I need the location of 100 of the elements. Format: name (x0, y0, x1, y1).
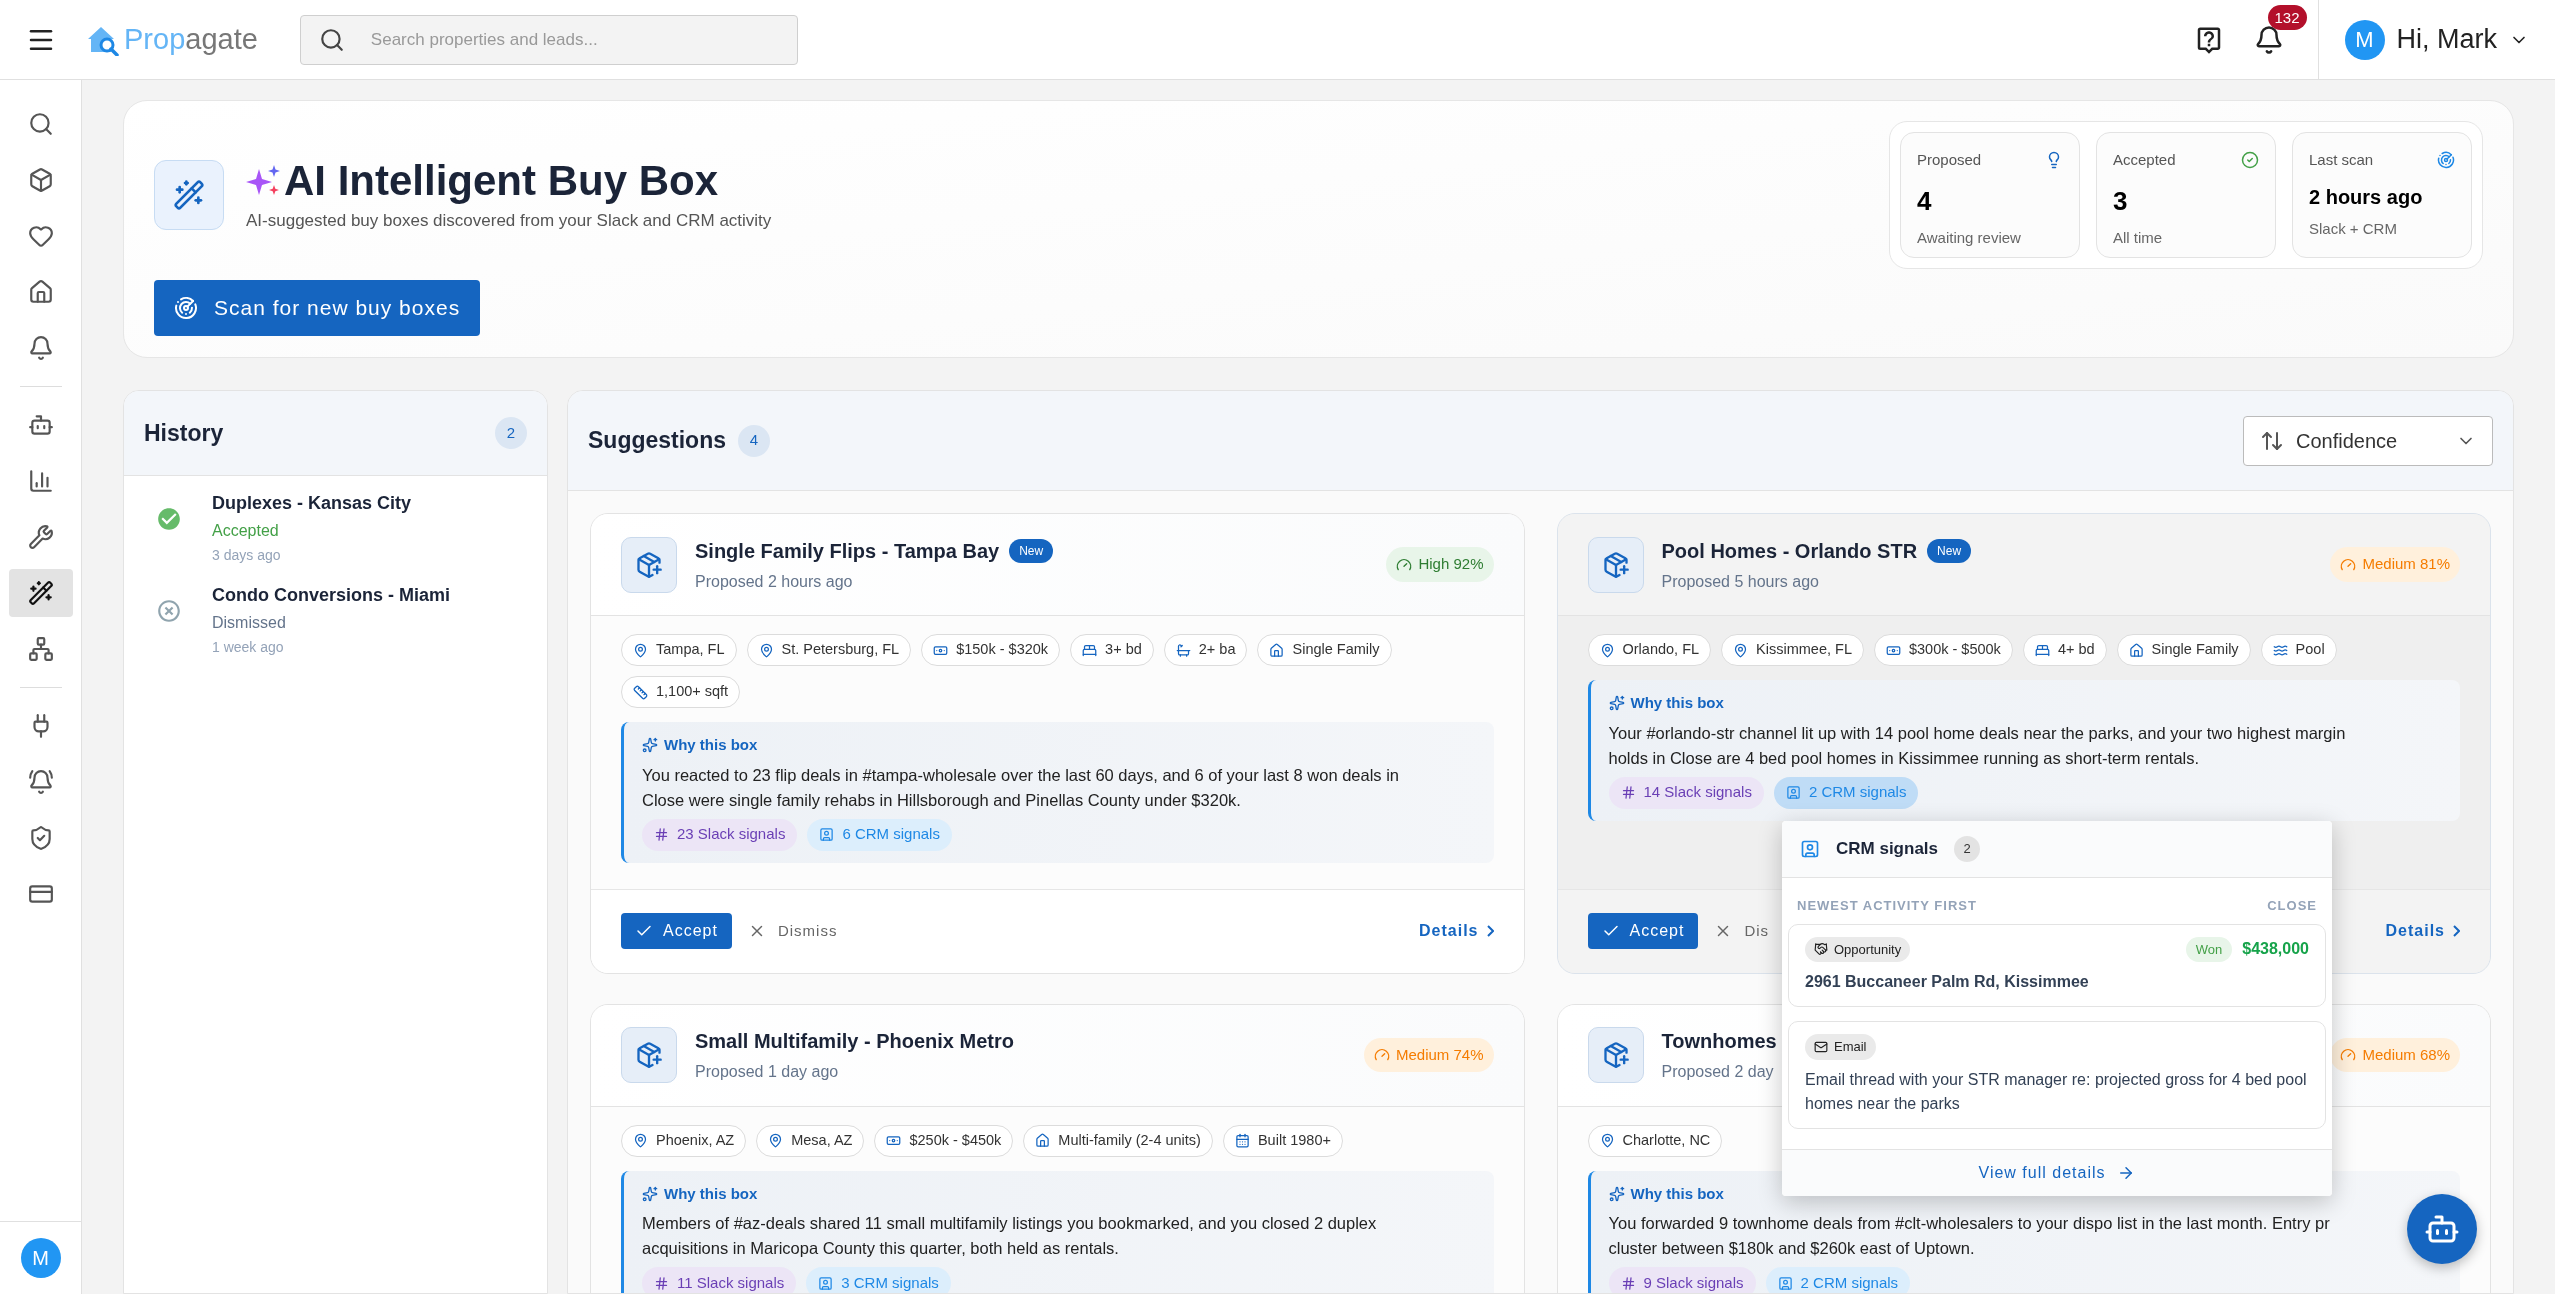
bed-icon (1082, 642, 1098, 658)
house-icon (2128, 642, 2144, 658)
signals-chip[interactable]: 3 CRM signals (806, 1267, 951, 1293)
email-summary: Email thread with your STR manager re: projected gross for 4 bed pool homes near the parks (1805, 1069, 2308, 1114)
magic-wand-icon (27, 580, 54, 606)
dismiss-button[interactable]: Dis (1714, 913, 1770, 949)
location-pin-icon (758, 642, 774, 658)
proposed-time: Proposed 2 hours ago (695, 571, 854, 592)
search-field[interactable]: Search properties and leads... (299, 14, 798, 65)
user-avatar[interactable]: M (2344, 19, 2385, 60)
signals-chip[interactable]: 11 Slack signals (642, 1267, 797, 1293)
contact-card-icon (819, 827, 835, 842)
reason-text: acquisitions in Maricopa County this quarter, both held as rentals. (642, 1238, 1120, 1259)
signals-chip[interactable]: 9 Slack signals (1608, 1267, 1756, 1293)
sidebar-item[interactable] (8, 569, 73, 617)
card-title: Single Family Flips - Tampa Bay (695, 538, 1000, 564)
stat-label: Accepted (2113, 150, 2176, 170)
signal-tag: Email (1805, 1034, 1876, 1060)
history-item[interactable]: Duplexes - Kansas City Accepted 3 days ago (124, 490, 547, 582)
accept-button[interactable]: Accept (621, 913, 732, 949)
view-details-link[interactable]: View full details (1978, 1160, 2136, 1185)
confidence-badge: Medium 81% (2330, 547, 2460, 582)
banknote-icon (886, 1133, 902, 1148)
location-pin-icon (633, 642, 648, 658)
cube-icon (27, 167, 54, 193)
logo-wordmark: Propagate (124, 25, 258, 54)
page-subtitle: AI-suggested buy boxes discovered from your Slack and CRM activity (246, 210, 772, 232)
notification-count: 132 (2267, 4, 2307, 30)
history-title: History (144, 418, 224, 448)
search-icon (27, 111, 54, 137)
confidence-badge: Medium 74% (1363, 1037, 1494, 1073)
accept-button[interactable]: Accept (1587, 913, 1699, 949)
gauge-icon (2340, 1047, 2357, 1063)
popover-title: CRM signals (1836, 838, 1939, 861)
history-item-status: Accepted (212, 521, 280, 541)
signal-item[interactable]: Email Email thread with your STR manager re: projected gross for 4 bed pool homes near the parks (1788, 1021, 2326, 1129)
gauge-icon (1373, 1047, 1390, 1063)
why-label: Why this box (664, 1183, 758, 1204)
dismiss-button[interactable]: Dismiss (747, 913, 838, 949)
deal-amount: $438,000 (2242, 939, 2309, 960)
package-plus-icon (635, 550, 663, 579)
details-link[interactable]: Details (1419, 919, 1494, 943)
signals-chip[interactable]: 23 Slack signals (642, 818, 798, 851)
bar-chart-icon (27, 468, 54, 494)
new-badge: New (1009, 538, 1054, 563)
package-plus-icon (635, 1041, 663, 1069)
signals-chip[interactable]: 14 Slack signals (1608, 776, 1764, 809)
confidence-badge: Medium 68% (2330, 1037, 2460, 1073)
gauge-icon (2340, 556, 2357, 573)
handshake-icon (1814, 942, 1828, 957)
criteria-chip: $250k - $450k (874, 1124, 1014, 1157)
user-avatar[interactable]: M (20, 1238, 61, 1278)
reason-text: You reacted to 23 flip deals in #tampa-wholesale over the last 60 days, and 6 of your last 8 won deals in (642, 764, 1401, 786)
criteria-chip: $150k - $320k (921, 634, 1061, 666)
criteria-chip: Built 1980+ (1222, 1124, 1343, 1157)
hash-icon (654, 1275, 669, 1291)
robot-icon (27, 412, 54, 438)
chevron-right-icon (1486, 925, 1494, 937)
details-link[interactable]: Details (2385, 919, 2460, 943)
sparkles-icon (1608, 1185, 1625, 1202)
why-label: Why this box (1630, 693, 1724, 713)
house-icon (27, 279, 54, 305)
status-badge: Won (2185, 936, 2233, 962)
location-pin-icon (633, 1133, 648, 1148)
criteria-chip: 2+ ba (1163, 634, 1248, 666)
history-count: 2 (495, 417, 527, 449)
stat-label: Last scan (2309, 150, 2374, 170)
criteria-chip: Pool (2260, 634, 2337, 666)
mail-icon (1814, 1039, 1828, 1054)
criteria-chip: Multi-family (2-4 units) (1023, 1124, 1213, 1157)
history-item-title: Condo Conversions - Miami (212, 584, 451, 607)
history-item-title: Duplexes - Kansas City (212, 492, 412, 515)
user-greeting[interactable]: Hi, Mark (2396, 19, 2497, 60)
hash-icon (654, 827, 669, 842)
signals-chip[interactable]: 2 CRM signals (1765, 1267, 1911, 1293)
card-title: Pool Homes - Orlando STR (1661, 538, 1918, 564)
sort-select[interactable]: Confidence (2243, 415, 2493, 466)
history-item-time: 1 week ago (212, 638, 285, 657)
why-label: Why this box (1630, 1183, 1724, 1204)
house-icon (1035, 1133, 1051, 1148)
why-label: Why this box (664, 735, 758, 755)
signal-item[interactable]: Opportunity Won $438,000 2961 Buccaneer Palm Rd, Kissimmee (1788, 923, 2326, 1007)
history-item[interactable]: Condo Conversions - Miami Dismissed 1 week ago (124, 582, 547, 674)
reason-text: Close were single family rehabs in Hillsborough and Pinellas County under $320k. (642, 789, 1242, 811)
scan-button[interactable]: Scan for new buy boxes (154, 279, 481, 336)
stat-value: 3 (2113, 184, 2129, 218)
chevron-right-icon (2453, 925, 2460, 937)
stat-note: Slack + CRM (2309, 218, 2398, 239)
criteria-chip: Tampa, FL (621, 634, 737, 666)
radar-icon (2437, 151, 2455, 170)
criteria-chip: 3+ bd (1070, 634, 1154, 666)
card-title: Small Multifamily - Phoenix Metro (695, 1029, 1014, 1054)
ruler-icon (633, 684, 648, 700)
criteria-chip: Phoenix, AZ (621, 1124, 747, 1157)
search-input[interactable]: Search properties and leads... (370, 26, 779, 53)
sparkles-icon (642, 1185, 658, 1202)
stat-note: All time (2113, 227, 2164, 248)
magic-wand-icon (173, 179, 205, 211)
signals-chip[interactable]: 6 CRM signals (807, 818, 952, 851)
history-item-status: Dismissed (212, 613, 287, 633)
